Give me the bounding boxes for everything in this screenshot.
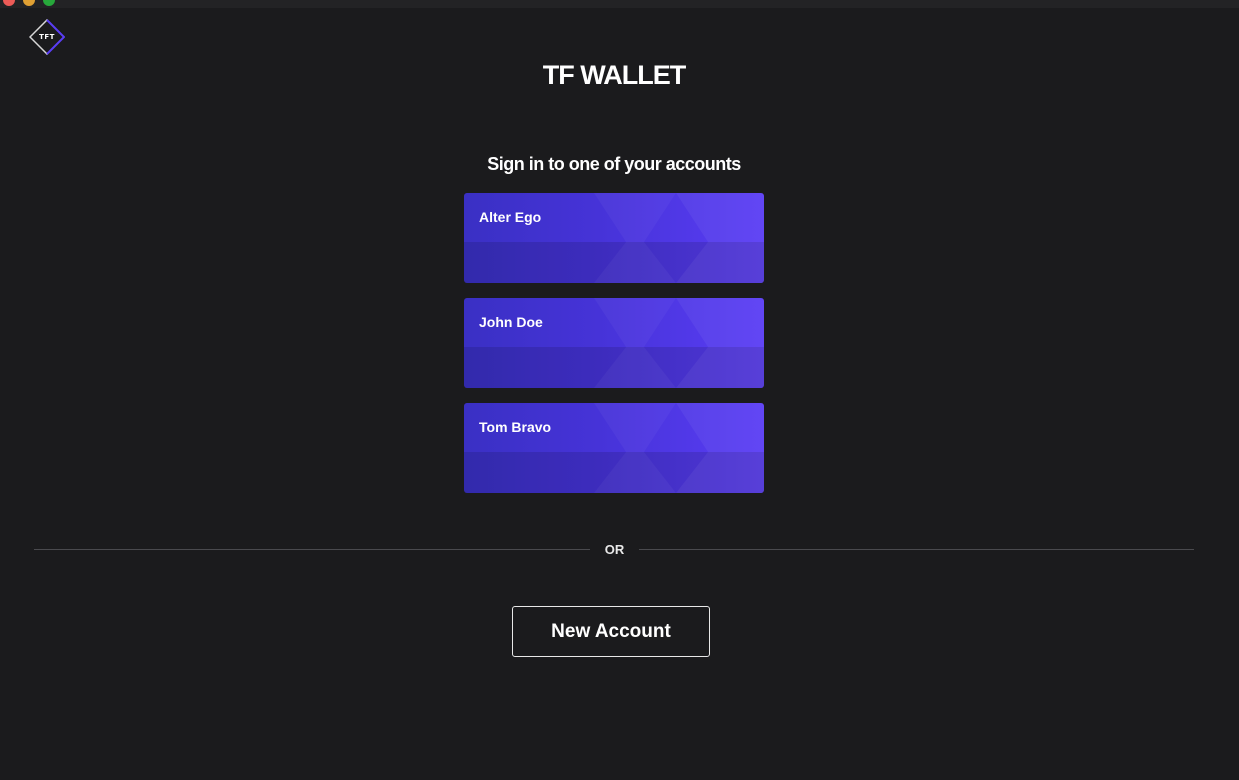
close-window-button[interactable]: [3, 0, 15, 6]
or-divider: OR: [34, 540, 1194, 560]
account-card-john-doe[interactable]: John Doe: [464, 298, 764, 388]
account-card-tom-bravo[interactable]: Tom Bravo: [464, 403, 764, 493]
card-background-pattern: [464, 193, 764, 283]
card-background-pattern: [464, 298, 764, 388]
maximize-window-button[interactable]: [43, 0, 55, 6]
tft-logo-icon: TFT: [28, 18, 66, 56]
divider-line-right: [639, 549, 1194, 550]
account-name: Tom Bravo: [479, 419, 552, 435]
app-title: TF WALLET: [542, 60, 686, 90]
card-background-pattern: [464, 403, 764, 493]
divider-line-left: [34, 549, 590, 550]
signin-heading: Sign in to one of your accounts: [487, 154, 741, 174]
logo-text: TFT: [39, 33, 55, 41]
account-name: John Doe: [479, 314, 543, 330]
account-list: Alter Ego John Doe Tom Bravo: [464, 193, 764, 508]
divider-label: OR: [604, 542, 625, 557]
account-name: Alter Ego: [479, 209, 542, 225]
window-titlebar: [0, 0, 1239, 8]
minimize-window-button[interactable]: [23, 0, 35, 6]
account-card-alter-ego[interactable]: Alter Ego: [464, 193, 764, 283]
new-account-button[interactable]: New Account: [512, 606, 710, 657]
